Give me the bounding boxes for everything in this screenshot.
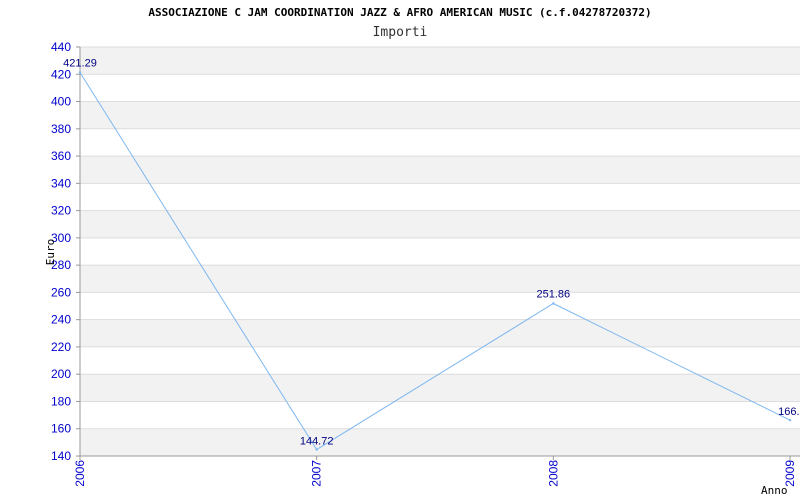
grid-band: [80, 101, 800, 129]
y-tick-label: 140: [51, 449, 71, 463]
data-point: [78, 71, 82, 74]
x-tick-label: 2007: [310, 460, 324, 487]
data-label: 251.86: [537, 288, 571, 300]
data-point: [788, 418, 792, 422]
grid-band: [80, 428, 800, 456]
y-tick-label: 340: [51, 176, 71, 190]
x-tick-label: 2008: [546, 460, 560, 487]
y-tick-label: 160: [51, 422, 71, 436]
x-axis-label: Anno: [761, 484, 788, 497]
grid-band: [80, 319, 800, 347]
grid-band: [80, 265, 800, 293]
y-tick-label: 200: [51, 367, 71, 381]
y-tick-label: 320: [51, 204, 71, 218]
line-chart: 1401601802002202402602803003203403603804…: [44, 40, 800, 497]
x-tick-label: 2006: [73, 460, 87, 487]
y-tick-label: 400: [51, 95, 71, 109]
data-point: [315, 448, 318, 451]
y-axis-label: Euro: [44, 239, 57, 266]
y-tick-label: 240: [51, 313, 71, 327]
y-tick-label: 220: [51, 340, 71, 354]
y-tick-label: 380: [51, 122, 71, 136]
data-label: 421.29: [63, 58, 97, 70]
y-tick-label: 260: [51, 285, 71, 299]
x-tick-label: 2009: [783, 460, 797, 487]
grid-band: [80, 210, 800, 238]
data-label: 166.29: [778, 406, 800, 418]
grid-band: [80, 156, 800, 184]
y-tick-label: 360: [51, 149, 71, 163]
grid-band: [80, 374, 800, 402]
grid-band: [80, 47, 800, 75]
y-tick-label: 440: [51, 40, 71, 54]
data-label: 144.72: [300, 436, 334, 448]
data-point: [552, 302, 555, 305]
y-tick-label: 180: [51, 394, 71, 408]
